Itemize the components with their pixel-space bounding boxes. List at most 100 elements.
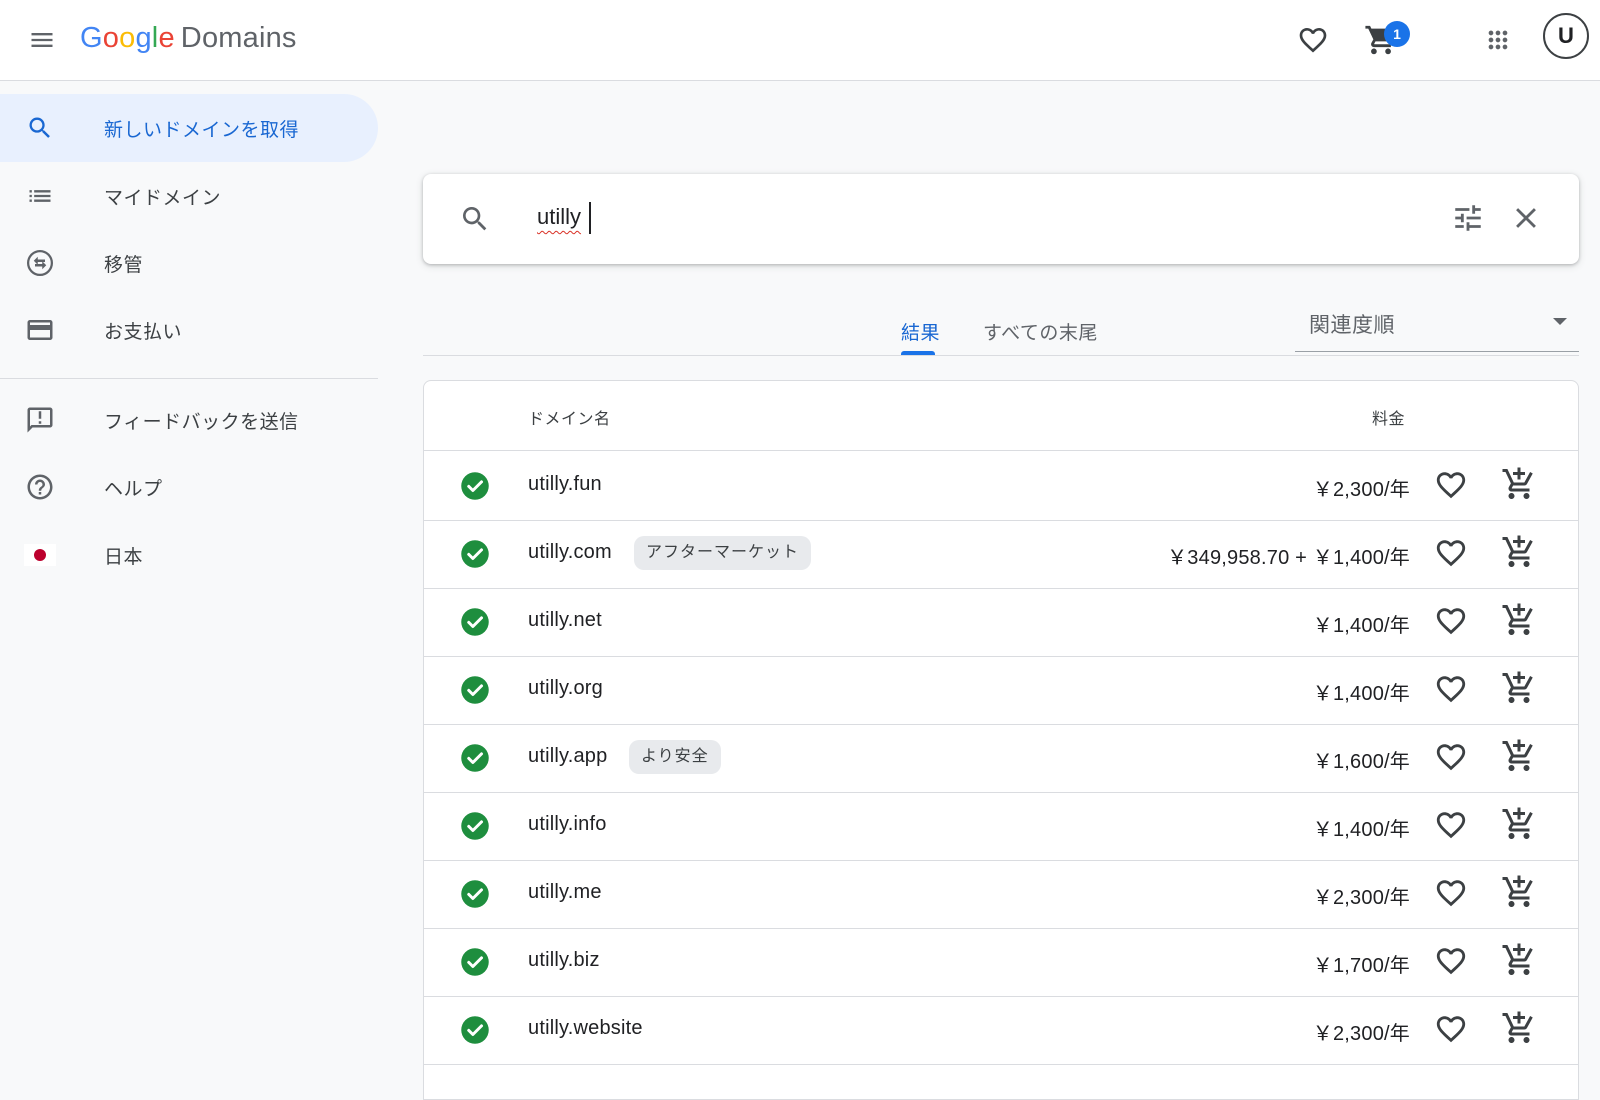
- sort-selected-value: 関連度順: [1309, 314, 1395, 337]
- domain-price: ￥349,958.70 + ￥1,400/年: [1167, 547, 1410, 569]
- table-row[interactable]: utilly.website ￥2,300/年: [424, 995, 1578, 1065]
- table-row[interactable]: utilly.app より安全 ￥1,600/年: [424, 723, 1578, 793]
- domain-search-box: utilly: [423, 174, 1579, 264]
- heart-icon: [1436, 744, 1466, 771]
- add-to-cart-button[interactable]: [1501, 874, 1537, 915]
- sidebar-item-label: マイドメイン: [104, 187, 222, 209]
- filter-button[interactable]: [1451, 201, 1485, 240]
- table-row[interactable]: utilly.net ￥1,400/年: [424, 587, 1578, 657]
- domain-name[interactable]: utilly.fun: [528, 473, 602, 496]
- add-shopping-cart-icon: [1502, 943, 1533, 975]
- heart-icon: [1436, 880, 1466, 907]
- dropdown-arrow-icon: [1553, 318, 1567, 325]
- sidebar-item-send-feedback[interactable]: フィードバックを送信: [0, 386, 378, 454]
- domain-name[interactable]: utilly.app: [528, 745, 607, 768]
- add-shopping-cart-icon: [1502, 535, 1533, 567]
- favorite-button[interactable]: [1434, 876, 1468, 915]
- domain-name[interactable]: utilly.info: [528, 813, 607, 836]
- top-app-bar: Google Domains 1 U: [0, 0, 1600, 81]
- account-icon: U: [1558, 23, 1574, 48]
- close-icon: [1516, 208, 1536, 228]
- domain-name[interactable]: utilly.net: [528, 609, 602, 632]
- add-to-cart-button[interactable]: [1501, 602, 1537, 643]
- domain-price: ￥1,400/年: [1312, 683, 1410, 705]
- available-check-icon: [461, 676, 489, 704]
- sidebar-item-help[interactable]: ヘルプ: [0, 453, 378, 521]
- available-check-icon: [461, 540, 489, 568]
- favorite-button[interactable]: [1434, 808, 1468, 847]
- favorite-button[interactable]: [1434, 944, 1468, 983]
- add-shopping-cart-icon: [1502, 1011, 1533, 1043]
- search-icon: [463, 207, 487, 231]
- add-to-cart-button[interactable]: [1501, 942, 1537, 983]
- menu-button[interactable]: [22, 20, 62, 60]
- domain-price: ￥2,300/年: [1312, 479, 1410, 501]
- add-to-cart-button[interactable]: [1501, 670, 1537, 711]
- domain-price: ￥2,300/年: [1312, 1023, 1410, 1045]
- credit-card-icon: [27, 320, 53, 340]
- favorite-button[interactable]: [1434, 536, 1468, 575]
- heart-icon: [1436, 812, 1466, 839]
- sidebar-item-billing[interactable]: お支払い: [0, 296, 378, 364]
- domain-name[interactable]: utilly.biz: [528, 949, 600, 972]
- domain-price: ￥1,400/年: [1312, 615, 1410, 637]
- available-check-icon: [461, 608, 489, 636]
- add-to-cart-button[interactable]: [1501, 1010, 1537, 1051]
- tab-results[interactable]: 結果: [901, 318, 940, 345]
- favorite-button[interactable]: [1434, 672, 1468, 711]
- available-check-icon: [461, 948, 489, 976]
- sort-dropdown[interactable]: 関連度順: [1295, 300, 1579, 352]
- sidebar-item-my-domains[interactable]: マイドメイン: [0, 162, 378, 230]
- domain-name[interactable]: utilly.com: [528, 541, 612, 564]
- table-row[interactable]: utilly.com アフターマーケット ￥349,958.70 + ￥1,40…: [424, 519, 1578, 589]
- favorites-button[interactable]: [1289, 16, 1337, 64]
- domain-name[interactable]: utilly.website: [528, 1017, 643, 1040]
- sidebar-item-label: お支払い: [104, 321, 183, 343]
- add-to-cart-button[interactable]: [1501, 738, 1537, 779]
- heart-icon: [1436, 540, 1466, 567]
- domain-name[interactable]: utilly.me: [528, 881, 602, 904]
- add-shopping-cart-icon: [1502, 807, 1533, 839]
- sidebar-item-label: 日本: [104, 546, 144, 568]
- add-to-cart-button[interactable]: [1501, 466, 1537, 507]
- sidebar-item-country[interactable]: 日本: [0, 521, 378, 589]
- add-to-cart-button[interactable]: [1501, 806, 1537, 847]
- tab-all-endings[interactable]: すべての末尾: [983, 318, 1098, 345]
- domain-name[interactable]: utilly.org: [528, 677, 603, 700]
- list-icon: [29, 190, 51, 202]
- sidebar-item-get-new-domain[interactable]: 新しいドメインを取得: [0, 94, 378, 162]
- cart-button[interactable]: 1: [1357, 16, 1410, 64]
- favorite-button[interactable]: [1434, 468, 1468, 507]
- clear-search-button[interactable]: [1509, 201, 1543, 240]
- google-domains-logo[interactable]: Google Domains: [80, 18, 297, 58]
- domain-price: ￥1,400/年: [1312, 819, 1410, 841]
- add-to-cart-button[interactable]: [1501, 534, 1537, 575]
- table-row[interactable]: utilly.info ￥1,400/年: [424, 791, 1578, 861]
- favorite-button[interactable]: [1434, 740, 1468, 779]
- table-row[interactable]: utilly.biz ￥1,700/年: [424, 927, 1578, 997]
- feedback-icon: [27, 407, 53, 433]
- table-row[interactable]: utilly.fun ￥2,300/年: [424, 451, 1578, 521]
- sidebar-item-label: 新しいドメインを取得: [104, 119, 300, 141]
- tune-icon: [1455, 205, 1481, 231]
- sidebar-item-label: 移管: [104, 254, 144, 276]
- table-row[interactable]: utilly.me ￥2,300/年: [424, 859, 1578, 929]
- favorite-button[interactable]: [1434, 1012, 1468, 1051]
- available-check-icon: [461, 812, 489, 840]
- apps-button[interactable]: [1474, 16, 1522, 64]
- search-input[interactable]: utilly: [537, 204, 581, 230]
- favorite-button[interactable]: [1434, 604, 1468, 643]
- transfer-icon: [27, 250, 53, 276]
- available-check-icon: [461, 744, 489, 772]
- menu-icon: [31, 33, 53, 47]
- sidebar-item-transfer[interactable]: 移管: [0, 229, 378, 297]
- domain-price: ￥1,600/年: [1312, 751, 1410, 773]
- table-row[interactable]: utilly.org ￥1,400/年: [424, 655, 1578, 725]
- japan-flag-icon: [24, 544, 56, 566]
- column-header-domain: ドメイン名: [528, 411, 611, 428]
- domain-price: ￥1,700/年: [1312, 955, 1410, 977]
- sidebar-item-label: フィードバックを送信: [104, 411, 299, 433]
- account-avatar[interactable]: U: [1543, 13, 1589, 59]
- heart-icon: [1436, 608, 1466, 635]
- add-shopping-cart-icon: [1502, 671, 1533, 703]
